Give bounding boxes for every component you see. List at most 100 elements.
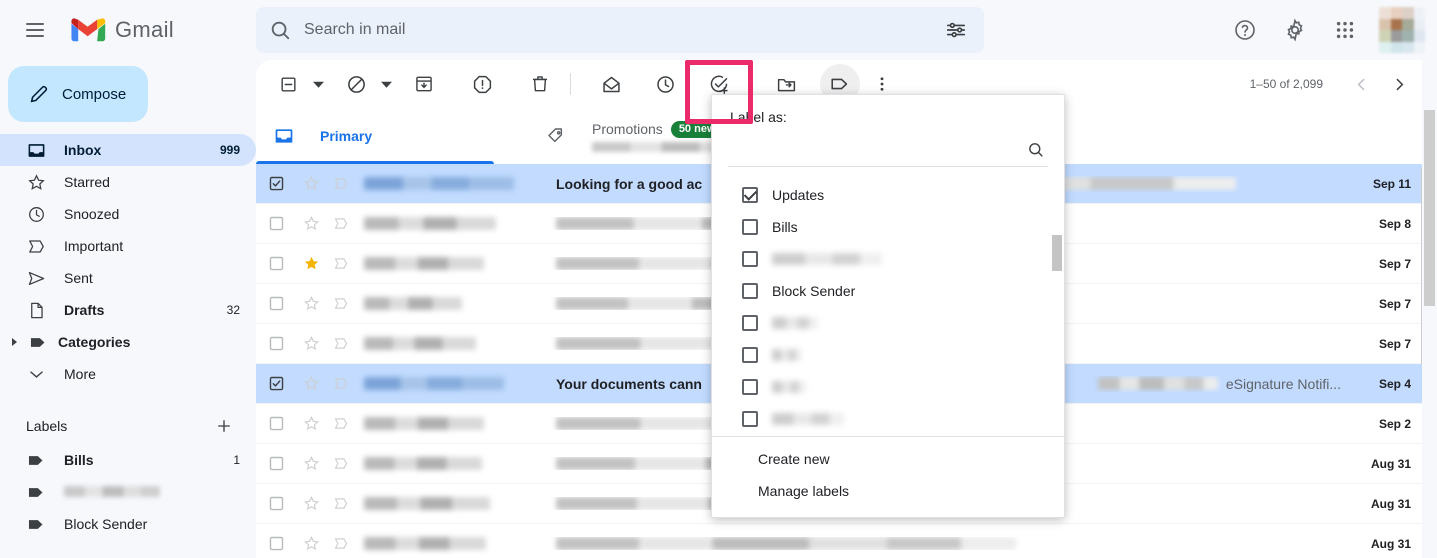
sidebar-item-important[interactable]: Important [0,230,256,262]
search-bar[interactable] [256,7,984,53]
label-option[interactable] [712,403,1064,435]
chevron-left-icon[interactable] [1343,66,1379,102]
label-option[interactable]: Block Sender [712,275,1064,307]
gmail-brand[interactable]: Gmail [71,17,174,44]
row-checkbox[interactable] [256,255,296,272]
row-important-icon[interactable] [326,335,356,352]
row-important-icon[interactable] [326,455,356,472]
snooze-clock-icon[interactable] [645,64,685,104]
row-important-icon[interactable] [326,215,356,232]
row-star-icon[interactable] [296,255,326,272]
row-important-icon[interactable] [326,415,356,432]
row-checkbox[interactable] [256,295,296,312]
expand-caret-icon[interactable] [10,338,18,346]
row-checkbox[interactable] [256,375,296,392]
label-option[interactable] [712,307,1064,339]
chevron-right-icon[interactable] [1381,66,1417,102]
hamburger-menu-icon[interactable] [11,6,59,54]
sidebar-label-blurred[interactable] [0,476,256,508]
row-important-icon[interactable] [326,175,356,192]
block-dropdown-caret-icon[interactable] [376,64,396,104]
row-checkbox[interactable] [256,455,296,472]
report-spam-icon[interactable] [462,64,502,104]
block-circle-slash-icon[interactable] [336,64,376,104]
table-row[interactable]: Aug 31 [256,524,1437,558]
row-star-icon[interactable] [296,535,326,552]
avatar[interactable] [1379,7,1425,53]
mark-as-read-envelope-icon[interactable] [591,64,631,104]
sidebar-item-label: Starred [64,174,110,190]
row-important-icon[interactable] [326,375,356,392]
sidebar-item-sent[interactable]: Sent [0,262,256,294]
create-new-label-button[interactable]: Create new [712,443,1064,475]
label-list-scrollbar-thumb[interactable] [1052,235,1062,271]
select-all-dropdown-caret-icon[interactable] [308,64,328,104]
row-sender [356,377,536,390]
help-icon[interactable] [1223,8,1267,52]
label-option[interactable] [712,243,1064,275]
checkbox-icon[interactable] [742,347,758,363]
tab-primary[interactable]: Primary [256,108,528,164]
row-important-icon[interactable] [326,535,356,552]
row-important-icon[interactable] [326,495,356,512]
sidebar-item-label: Categories [58,334,131,350]
sidebar-item-categories[interactable]: Categories [0,326,256,358]
page-scrollbar-thumb[interactable] [1424,110,1435,306]
apps-grid-icon[interactable] [1323,8,1367,52]
row-star-icon[interactable] [296,495,326,512]
row-checkbox[interactable] [256,175,296,192]
sidebar-item-snoozed[interactable]: Snoozed [0,198,256,230]
row-important-icon[interactable] [326,255,356,272]
sidebar-label-bills[interactable]: Bills 1 [0,444,256,476]
chevron-down-icon [26,364,46,384]
row-checkbox[interactable] [256,215,296,232]
label-option[interactable] [712,339,1064,371]
checkbox-checked-icon[interactable] [742,187,758,203]
label-as-dropdown: Label as: Updates Bills Block Sender Creat… [711,94,1065,518]
label-option[interactable]: Bills [712,211,1064,243]
gear-icon[interactable] [1273,8,1317,52]
compose-label: Compose [62,85,127,103]
plus-icon[interactable] [212,414,236,438]
sidebar-item-inbox[interactable]: Inbox 999 [0,134,256,166]
sidebar-item-more[interactable]: More [0,358,256,390]
row-star-icon[interactable] [296,295,326,312]
search-options-icon[interactable] [928,7,984,53]
label-option[interactable] [712,371,1064,403]
row-checkbox[interactable] [256,335,296,352]
row-star-icon[interactable] [296,455,326,472]
row-checkbox[interactable] [256,535,296,552]
sidebar-item-starred[interactable]: Starred [0,166,256,198]
sidebar-label-block-sender[interactable]: Block Sender [0,508,256,540]
page-scrollbar[interactable] [1422,60,1437,558]
search-input[interactable] [304,8,928,52]
row-star-icon[interactable] [296,215,326,232]
archive-icon[interactable] [404,64,444,104]
checkbox-icon[interactable] [742,283,758,299]
manage-labels-button[interactable]: Manage labels [712,475,1064,507]
label-search-input[interactable] [728,141,1022,158]
sidebar-item-drafts[interactable]: Drafts 32 [0,294,256,326]
row-star-icon[interactable] [296,175,326,192]
row-checkbox[interactable] [256,495,296,512]
row-checkbox[interactable] [256,415,296,432]
checkbox-icon[interactable] [742,411,758,427]
row-star-icon[interactable] [296,335,326,352]
checkbox-icon[interactable] [742,219,758,235]
checkbox-icon[interactable] [742,251,758,267]
row-star-icon[interactable] [296,415,326,432]
select-all-checkbox-icon[interactable] [268,64,308,104]
label-search-row[interactable] [728,133,1048,167]
compose-button[interactable]: Compose [8,66,148,122]
blurred-sender-text [364,497,490,510]
label-option[interactable]: Updates [712,179,1064,211]
checkbox-icon[interactable] [742,379,758,395]
row-important-icon[interactable] [326,295,356,312]
trash-icon[interactable] [520,64,560,104]
checkbox-icon[interactable] [742,315,758,331]
row-star-icon[interactable] [296,375,326,392]
blurred-label-option-text [772,253,882,265]
search-icon[interactable] [256,7,304,53]
sidebar-label-text: Bills [64,452,94,468]
search-icon[interactable] [1022,141,1048,158]
